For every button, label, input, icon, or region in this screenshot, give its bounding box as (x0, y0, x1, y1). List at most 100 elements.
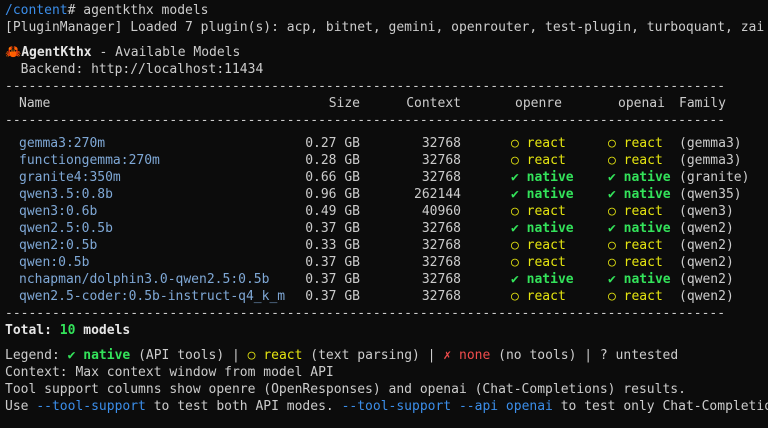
model-context: 40960 (421, 204, 461, 219)
openai-status-label: react (623, 289, 663, 304)
circle-icon: ○ (511, 153, 519, 168)
openai-status: ○ react (578, 254, 673, 271)
legend-react: react (263, 348, 303, 363)
circle-icon: ○ (511, 204, 519, 219)
model-size: 0.28 GB (305, 153, 360, 168)
openre-status-label: react (526, 289, 566, 304)
separator-bottom: ----------------------------------------… (5, 306, 726, 321)
model-size: 0.96 GB (305, 187, 360, 202)
model-size: 0.37 GB (305, 289, 360, 304)
model-family: (gemma3) (679, 136, 742, 151)
openai-status: ○ react (578, 237, 673, 254)
openai-status: ○ react (578, 135, 673, 152)
app-subtitle: - Available Models (91, 45, 241, 60)
separator-header: ----------------------------------------… (5, 113, 726, 128)
model-context: 262144 (414, 187, 461, 202)
col-header-size: Size (328, 96, 360, 111)
total-count: 10 (59, 323, 76, 338)
legend-native: native (83, 348, 131, 363)
model-context: 32768 (421, 255, 461, 270)
model-name: qwen2.5:0.5b (19, 221, 113, 236)
usage-post: to test only Chat-Completions. (560, 399, 768, 414)
model-context: 32768 (421, 289, 461, 304)
table-row: qwen2.5:0.5b 0.37 GB 32768 ✔ native ✔ native… (5, 220, 768, 237)
usage-flag-tool-support: --tool-support (36, 399, 146, 414)
circle-icon: ○ (608, 289, 616, 304)
cursor-line[interactable]: ▁ (5, 415, 768, 428)
model-name: qwen:0.5b (19, 255, 90, 270)
model-family: (qwen2) (679, 272, 734, 287)
models-table-body: gemma3:270m 0.27 GB 32768 ○ react ○ react (ge… (5, 135, 768, 305)
check-icon: ✔ (608, 187, 616, 202)
col-header-context: Context (406, 96, 461, 111)
table-row: qwen2.5-coder:0.5b-instruct-q4_k_m 0.37 G… (5, 288, 768, 305)
openai-status: ○ react (578, 152, 673, 169)
model-size: 0.66 GB (305, 170, 360, 185)
total-line: Total: 10 models (5, 322, 768, 339)
openre-status-label: react (526, 238, 566, 253)
circle-icon: ○ (511, 289, 519, 304)
terminal-window: /content# agentkthx models [PluginManage… (0, 0, 768, 428)
model-context: 32768 (421, 170, 461, 185)
openre-status-label: native (526, 187, 574, 202)
check-icon: ✔ (608, 221, 616, 236)
prompt-path: /content (5, 3, 68, 18)
openre-status: ✔ native (461, 271, 578, 288)
openai-status: ✔ native (578, 220, 673, 237)
openai-status: ✔ native (578, 186, 673, 203)
openre-status: ○ react (461, 288, 578, 305)
openre-status: ○ react (461, 237, 578, 254)
openai-status-label: react (623, 255, 663, 270)
table-row: nchapman/dolphin3.0-qwen2.5:0.5b 0.37 GB 3… (5, 271, 768, 288)
model-name: functiongemma:270m (19, 153, 160, 168)
openre-status: ○ react (461, 254, 578, 271)
check-icon: ✔ (511, 272, 519, 287)
col-header-family: Family (679, 96, 726, 111)
openai-status: ○ react (578, 203, 673, 220)
model-name: nchapman/dolphin3.0-qwen2.5:0.5b (19, 272, 270, 287)
circle-icon: ○ (511, 238, 519, 253)
separator-top: ----------------------------------------… (5, 79, 726, 94)
model-name: granite4:350m (19, 170, 121, 185)
model-family: (qwen2) (679, 289, 734, 304)
legend-none: none (459, 348, 491, 363)
usage-flag-api-openai: --tool-support --api openai (341, 399, 553, 414)
openai-status-label: react (623, 153, 663, 168)
circle-icon: ○ (511, 136, 519, 151)
app-logo-icon: 🦀 (5, 45, 22, 60)
check-icon: ✔ (511, 187, 519, 202)
support-note: Tool support columns show openre (OpenRe… (5, 382, 686, 397)
openai-status-label: native (623, 272, 671, 287)
circle-icon: ○ (608, 204, 616, 219)
openai-status: ✔ native (578, 169, 673, 186)
terminal-cursor[interactable]: ▁ (5, 416, 13, 428)
col-header-openai: openai (618, 96, 665, 111)
circle-icon: ○ (608, 136, 616, 151)
legend-line: Legend: ✔ native (API tools) | ○ react (… (5, 347, 768, 364)
model-name: qwen2.5-coder:0.5b-instruct-q4_k_m (19, 289, 286, 304)
openre-status: ✔ native (461, 186, 578, 203)
openre-status-label: native (526, 170, 574, 185)
plugin-manager-line: [PluginManager] Loaded 7 plugin(s): acp,… (5, 20, 765, 35)
model-size: 0.49 GB (305, 204, 360, 219)
model-family: (qwen35) (679, 187, 742, 202)
openre-status-label: native (526, 221, 574, 236)
model-size: 0.37 GB (305, 272, 360, 287)
openre-status-label: react (526, 153, 566, 168)
prompt-line: /content# agentkthx models (5, 2, 768, 19)
app-name: AgentKthx (21, 45, 92, 60)
prompt-command: agentkthx models (75, 3, 209, 18)
openre-status: ○ react (461, 152, 578, 169)
model-family: (qwen2) (679, 255, 734, 270)
usage-line: Use --tool-support to test both API mode… (5, 398, 768, 415)
check-icon: ✔ (511, 170, 519, 185)
model-name: gemma3:270m (19, 136, 106, 151)
table-row: qwen2:0.5b 0.33 GB 32768 ○ react ○ react (qwe… (5, 237, 768, 254)
total-suffix: models (75, 323, 131, 338)
openai-status-label: native (623, 187, 671, 202)
model-family: (gemma3) (679, 153, 742, 168)
openre-status-label: react (526, 136, 566, 151)
model-family: (qwen3) (679, 204, 734, 219)
circle-icon: ○ (608, 255, 616, 270)
table-row: qwen3.5:0.8b 0.96 GB 262144 ✔ native ✔ nativ… (5, 186, 768, 203)
